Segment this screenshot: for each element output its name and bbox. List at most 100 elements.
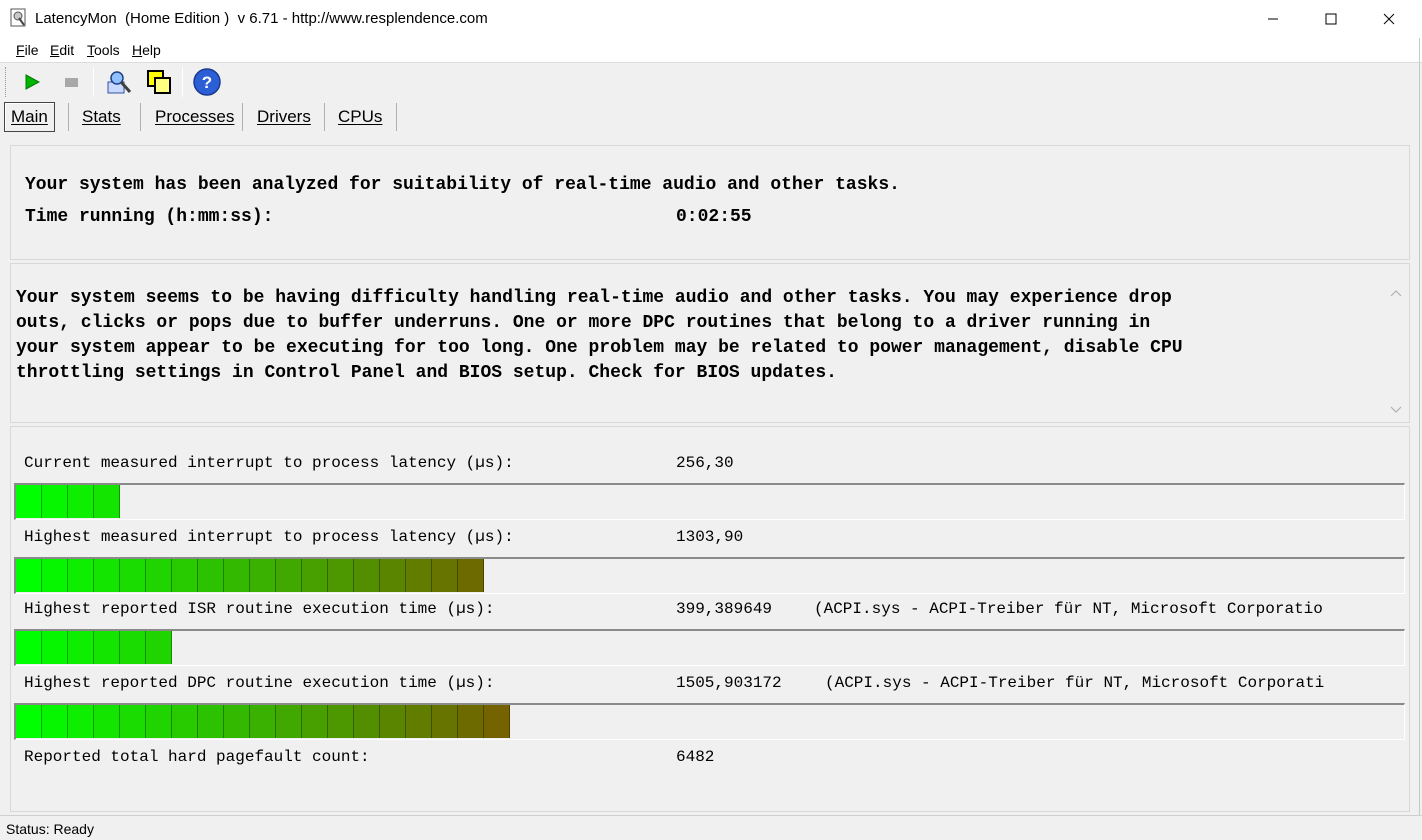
- bar-segment: [146, 631, 172, 664]
- bar-segment: [432, 705, 458, 738]
- minimize-icon: [1268, 18, 1278, 20]
- bar-segment: [146, 705, 172, 738]
- bar-segment: [224, 559, 250, 592]
- bar-segment: [68, 705, 94, 738]
- tab-cpus[interactable]: CPUs: [332, 102, 388, 132]
- toolbar: ?: [0, 63, 1422, 101]
- bar-segment: [146, 559, 172, 592]
- window-border: [1419, 38, 1420, 815]
- bar-segment: [94, 485, 120, 518]
- start-icon: [25, 74, 40, 90]
- bar-segment: [458, 705, 484, 738]
- bar-segment: [68, 485, 94, 518]
- close-icon: [1383, 13, 1395, 25]
- bar-segment: [250, 559, 276, 592]
- tab-drivers[interactable]: Drivers: [251, 102, 317, 132]
- latency-bar: [14, 629, 1405, 666]
- metric-value: 1505,903172: [676, 674, 782, 692]
- bar-segment: [484, 705, 510, 738]
- metric-value: 6482: [676, 748, 715, 766]
- help-button[interactable]: ?: [192, 67, 222, 97]
- tab-separator: [68, 103, 69, 131]
- bar-segment: [68, 559, 94, 592]
- bar-segment: [198, 705, 224, 738]
- metric-value: 256,30: [676, 454, 734, 472]
- latency-bar: [14, 703, 1405, 740]
- bar-segment: [68, 631, 94, 664]
- svg-text:?: ?: [202, 73, 212, 92]
- summary-panel: [10, 145, 1410, 260]
- help-icon: ?: [193, 68, 221, 96]
- analysis-headline: Your system has been analyzed for suitab…: [25, 175, 900, 195]
- metric-value: 399,389649: [676, 600, 773, 618]
- menu-file[interactable]: File: [16, 42, 39, 58]
- bar-segment: [406, 705, 432, 738]
- bar-segment: [172, 705, 198, 738]
- status-text: Status: Ready: [6, 821, 94, 837]
- title-bar: LatencyMon (Home Edition ) v 6.71 - http…: [0, 0, 1422, 38]
- bar-segment: [16, 705, 42, 738]
- tab-separator: [396, 103, 397, 131]
- bar-segment: [276, 559, 302, 592]
- toolbar-separator: [93, 67, 94, 97]
- bar-fill: [16, 559, 484, 592]
- status-bar: Status: Ready: [0, 815, 1422, 840]
- metric-label: Highest reported ISR routine execution t…: [24, 600, 495, 618]
- bar-segment: [94, 705, 120, 738]
- bar-segment: [224, 705, 250, 738]
- scroll-down-arrow[interactable]: [1388, 404, 1404, 420]
- maximize-button[interactable]: [1302, 0, 1360, 38]
- tab-separator: [140, 103, 141, 131]
- close-button[interactable]: [1360, 0, 1418, 38]
- menu-edit[interactable]: Edit: [50, 42, 74, 58]
- bar-fill: [16, 631, 172, 664]
- bar-segment: [406, 559, 432, 592]
- bar-segment: [42, 559, 68, 592]
- scroll-up-arrow[interactable]: [1388, 287, 1404, 303]
- bar-segment: [354, 559, 380, 592]
- bar-segment: [458, 559, 484, 592]
- metric-driver-info: (ACPI.sys - ACPI-Treiber für NT, Microso…: [825, 674, 1325, 692]
- app-icon: [10, 8, 26, 27]
- menu-tools[interactable]: Tools: [87, 42, 120, 58]
- metric-driver-info: (ACPI.sys - ACPI-Treiber für NT, Microso…: [814, 600, 1323, 618]
- bar-segment: [302, 559, 328, 592]
- bar-segment: [16, 631, 42, 664]
- bar-segment: [42, 631, 68, 664]
- bar-segment: [354, 705, 380, 738]
- menu-bar: File Edit Tools Help: [0, 38, 1422, 63]
- bar-fill: [16, 485, 120, 518]
- tab-stats[interactable]: Stats: [76, 102, 127, 132]
- minimize-button[interactable]: [1244, 0, 1302, 38]
- stop-icon: [65, 78, 78, 87]
- metric-label: Highest reported DPC routine execution t…: [24, 674, 495, 692]
- bar-segment: [198, 559, 224, 592]
- bar-segment: [328, 559, 354, 592]
- bar-segment: [120, 559, 146, 592]
- bar-segment: [16, 485, 42, 518]
- analyze-button[interactable]: [104, 67, 134, 97]
- bar-segment: [432, 559, 458, 592]
- bar-segment: [120, 705, 146, 738]
- time-running-label: Time running (h:mm:ss):: [25, 207, 274, 227]
- bar-segment: [276, 705, 302, 738]
- chevron-down-icon: [1390, 406, 1402, 413]
- latency-bar: [14, 557, 1405, 594]
- bar-segment: [380, 559, 406, 592]
- chevron-up-icon: [1390, 290, 1402, 297]
- metric-value: 1303,90: [676, 528, 744, 546]
- menu-help[interactable]: Help: [132, 42, 161, 58]
- bar-segment: [42, 705, 68, 738]
- bar-segment: [94, 559, 120, 592]
- bar-segment: [120, 631, 146, 664]
- windows-button[interactable]: [144, 67, 174, 97]
- latency-bar: [14, 483, 1405, 520]
- start-button[interactable]: [17, 67, 47, 97]
- metric-label: Highest measured interrupt to process la…: [24, 528, 514, 546]
- stop-button[interactable]: [56, 67, 86, 97]
- toolbar-separator: [182, 67, 183, 97]
- tab-processes[interactable]: Processes: [149, 102, 240, 132]
- tab-main[interactable]: Main: [4, 102, 55, 132]
- bar-segment: [172, 559, 198, 592]
- bar-segment: [328, 705, 354, 738]
